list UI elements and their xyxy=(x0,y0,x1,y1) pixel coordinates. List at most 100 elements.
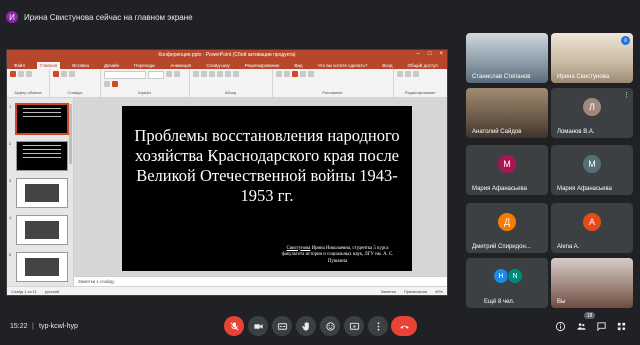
slide-title: Проблемы восстановления народного хозяйс… xyxy=(134,126,400,205)
tab-animation[interactable]: Анимация xyxy=(167,62,194,69)
align-left-icon[interactable] xyxy=(208,71,215,77)
participant-avatar: A xyxy=(583,213,601,231)
tab-slideshow[interactable]: Слайд-шоу xyxy=(203,62,232,69)
bullets-icon[interactable] xyxy=(192,71,199,77)
raise-hand-button[interactable] xyxy=(296,316,316,336)
slide-thumbnail[interactable] xyxy=(16,104,68,134)
tab-insert[interactable]: Вставка xyxy=(69,62,92,69)
numbering-icon[interactable] xyxy=(200,71,207,77)
participant-tile[interactable]: М Мария Афанасьева xyxy=(551,145,633,195)
align-right-icon[interactable] xyxy=(224,71,231,77)
tab-view[interactable]: Вид xyxy=(291,62,305,69)
minimize-icon[interactable]: – xyxy=(417,51,420,57)
font-family-select[interactable] xyxy=(103,71,146,79)
participant-tile[interactable]: Станислав Степанов xyxy=(466,33,548,83)
ribbon-group-slides: Слайды xyxy=(50,69,101,97)
presenter-avatar: И xyxy=(6,11,18,23)
close-icon[interactable]: × xyxy=(439,51,443,57)
bold-icon[interactable] xyxy=(165,71,172,77)
camera-toggle-button[interactable] xyxy=(248,316,268,336)
tab-design[interactable]: Дизайн xyxy=(101,62,122,69)
thumbnail-row[interactable]: 1 xyxy=(9,104,73,134)
participant-tile[interactable]: М Мария Афанасьева xyxy=(466,145,548,195)
status-notes-button[interactable]: Заметки xyxy=(381,289,396,294)
arrange-icon[interactable] xyxy=(283,71,290,77)
sign-in-link[interactable]: Вход xyxy=(379,62,395,69)
thumbnail-row[interactable]: 5 xyxy=(9,252,73,282)
status-comments-button[interactable]: Примечания xyxy=(404,289,427,294)
reset-icon[interactable] xyxy=(69,71,76,77)
layout-icon[interactable] xyxy=(61,71,68,77)
tab-review[interactable]: Рецензирование xyxy=(242,62,283,69)
participant-avatar: N xyxy=(507,268,523,284)
author-surname: Свистунова xyxy=(286,245,311,251)
present-button[interactable] xyxy=(344,316,364,336)
underline-icon[interactable] xyxy=(103,81,110,87)
hang-up-icon xyxy=(399,325,409,329)
tab-transitions[interactable]: Переходы xyxy=(131,62,158,69)
camera-icon xyxy=(253,323,263,329)
more-options-button[interactable] xyxy=(368,316,388,336)
status-language[interactable]: русский xyxy=(45,289,59,294)
replace-icon[interactable] xyxy=(404,71,411,77)
chat-icon xyxy=(596,321,606,331)
tell-me-box[interactable]: Что вы хотите сделать? xyxy=(315,62,371,69)
justify-icon[interactable] xyxy=(232,71,239,77)
slide-thumbnail[interactable] xyxy=(16,252,68,282)
more-participants-tile[interactable]: H N Ещё 8 чел. xyxy=(466,258,548,308)
quick-styles-icon[interactable] xyxy=(291,71,298,77)
find-icon[interactable] xyxy=(396,71,403,77)
status-zoom[interactable]: 49% xyxy=(435,289,443,294)
meeting-details-button[interactable] xyxy=(553,319,567,333)
participants-button[interactable] xyxy=(574,319,588,333)
new-slide-icon[interactable] xyxy=(53,71,60,77)
share-button[interactable]: Общий доступ xyxy=(405,62,441,69)
cut-icon[interactable] xyxy=(18,71,24,77)
slide-thumbnail[interactable] xyxy=(16,178,68,208)
emoji-icon xyxy=(325,321,335,331)
copy-icon[interactable] xyxy=(26,71,32,77)
thumbnail-row[interactable]: 3 xyxy=(9,178,73,208)
shape-outline-icon[interactable] xyxy=(307,71,314,77)
self-view-tile[interactable]: Вы xyxy=(551,258,633,308)
participant-name: Вы xyxy=(557,299,566,305)
participant-avatar: М xyxy=(498,155,516,173)
participant-name: Анатолий Сайдов xyxy=(472,129,522,135)
participant-tile[interactable]: Д Дмитрий Спиридон... xyxy=(466,203,548,253)
paste-icon[interactable] xyxy=(10,71,16,77)
captions-button[interactable] xyxy=(272,316,292,336)
font-color-icon[interactable] xyxy=(111,81,118,87)
select-icon[interactable] xyxy=(412,71,419,77)
shapes-icon[interactable] xyxy=(275,71,282,77)
align-center-icon[interactable] xyxy=(216,71,223,77)
font-size-select[interactable] xyxy=(147,71,164,79)
thumbnail-row[interactable]: 4 xyxy=(9,215,73,245)
participant-tile[interactable]: Л ⋮ Ломанов В.А. xyxy=(551,88,633,138)
shared-screen: Конференция.pptx - PowerPoint (Сбой акти… xyxy=(7,50,447,295)
emoji-button[interactable] xyxy=(320,316,340,336)
tab-home[interactable]: Главная xyxy=(37,62,61,69)
participant-tile[interactable]: A Alena A. xyxy=(551,203,633,253)
slide-thumbnail[interactable] xyxy=(16,215,68,245)
people-icon xyxy=(576,322,586,330)
shape-fill-icon[interactable] xyxy=(299,71,306,77)
current-slide[interactable]: Проблемы восстановления народного хозяйс… xyxy=(122,106,412,271)
participant-name: Дмитрий Спиридон... xyxy=(472,244,531,250)
ribbon-group-label: Рисование xyxy=(322,90,343,95)
italic-icon[interactable] xyxy=(173,71,180,77)
tab-file[interactable]: Файл xyxy=(11,62,28,69)
mic-toggle-button[interactable] xyxy=(224,316,244,336)
participant-tile[interactable]: Анатолий Сайдов xyxy=(466,88,548,138)
leave-call-button[interactable] xyxy=(391,316,417,336)
chat-button[interactable] xyxy=(594,319,608,333)
participant-tile[interactable]: ≡ Ирина Свистунова xyxy=(551,33,633,83)
activities-button[interactable] xyxy=(614,319,628,333)
thumbnail-row[interactable]: 2 xyxy=(9,141,73,171)
presenting-banner: И Ирина Свистунова сейчас на главном экр… xyxy=(6,8,193,26)
meeting-code: typ-kcwl-hyp xyxy=(39,323,78,330)
maximize-icon[interactable]: □ xyxy=(428,51,432,57)
thumbnails-scrollbar[interactable] xyxy=(69,104,72,164)
more-options-icon[interactable]: ⋮ xyxy=(623,91,630,99)
slide-thumbnail[interactable] xyxy=(16,141,68,171)
presenting-text: Ирина Свистунова сейчас на главном экран… xyxy=(24,12,193,22)
